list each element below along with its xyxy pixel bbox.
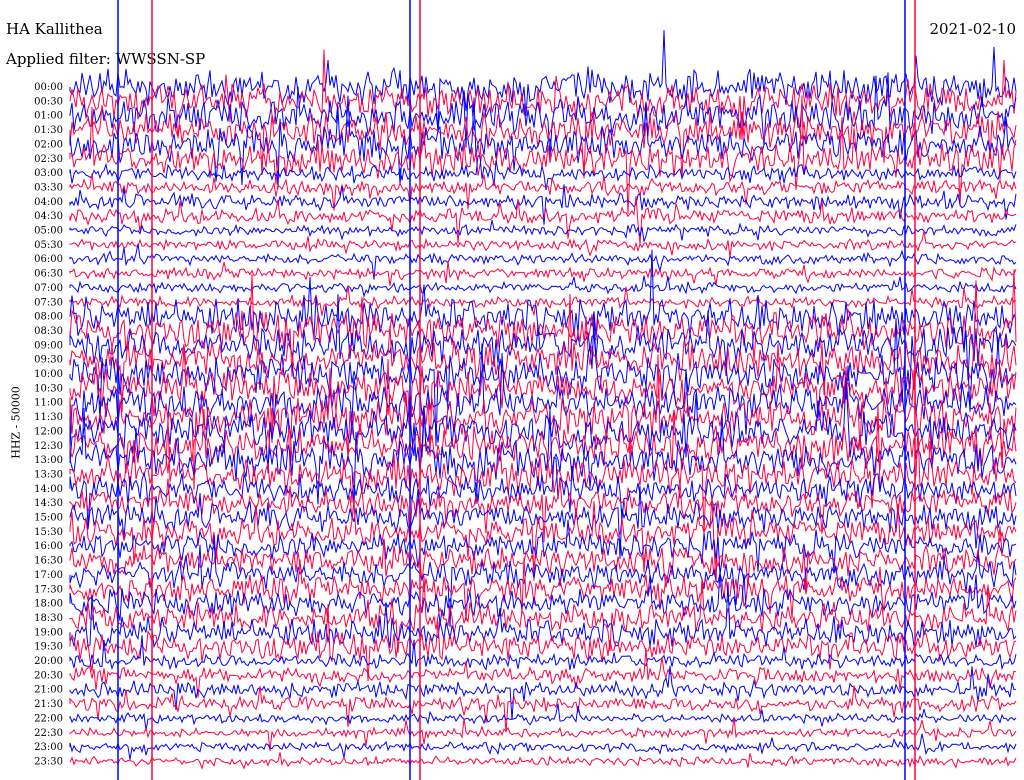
row-time-label: 16:00 (34, 541, 63, 552)
row-time-label: 15:00 (34, 513, 63, 524)
row-time-label: 19:30 (34, 642, 63, 653)
row-time-label: 14:00 (34, 484, 63, 495)
row-time-label: 17:00 (34, 570, 63, 581)
row-time-label: 23:00 (34, 742, 63, 753)
row-time-label: 18:30 (34, 613, 63, 624)
trace-row (69, 220, 1017, 242)
row-time-label: 22:00 (34, 713, 63, 724)
row-time-label: 04:30 (34, 211, 63, 222)
trace-group (69, 0, 1017, 780)
trace-row (69, 647, 1017, 698)
row-time-label: 10:30 (34, 383, 63, 394)
row-time-label: 04:00 (34, 197, 63, 208)
trace-row (69, 408, 1017, 474)
trace-row (69, 685, 1017, 733)
trace-row (69, 293, 1017, 413)
row-time-label: 06:00 (34, 254, 63, 265)
row-time-label: 21:30 (34, 699, 63, 710)
row-time-label: 20:00 (34, 656, 63, 667)
row-time-label: 14:30 (34, 498, 63, 509)
row-time-label: 11:00 (34, 398, 63, 409)
row-time-label: 18:00 (34, 599, 63, 610)
trace-row (69, 703, 1017, 731)
row-time-label: 05:30 (34, 240, 63, 251)
row-time-label: 09:00 (34, 340, 63, 351)
row-time-label: 13:00 (34, 455, 63, 466)
row-time-label: 03:30 (34, 182, 63, 193)
row-time-label: 00:30 (34, 96, 63, 107)
row-time-label: 09:30 (34, 355, 63, 366)
row-time-label: 01:30 (34, 125, 63, 136)
trace-row (69, 752, 1017, 770)
row-time-label: 07:00 (34, 283, 63, 294)
row-time-label: 12:30 (34, 441, 63, 452)
row-time-label: 19:00 (34, 627, 63, 638)
row-time-label: 16:30 (34, 556, 63, 567)
row-time-label: 23:30 (34, 756, 63, 767)
row-time-label: 02:00 (34, 139, 63, 150)
row-time-label: 00:00 (34, 82, 63, 93)
row-time-label: 11:30 (34, 412, 63, 423)
row-time-label: 08:00 (34, 312, 63, 323)
row-time-label: 08:30 (34, 326, 63, 337)
trace-row (69, 261, 1017, 286)
time-tick-group: 00:00 00:30 01:00 01:30 02:00 02:30 03:00 03:30… (34, 82, 63, 767)
row-time-label: 22:30 (34, 728, 63, 739)
trace-row (69, 717, 1017, 751)
row-time-label: 17:30 (34, 584, 63, 595)
trace-row (69, 275, 1017, 299)
row-time-label: 05:00 (34, 226, 63, 237)
row-time-label: 03:00 (34, 168, 63, 179)
row-time-label: 02:30 (34, 154, 63, 165)
row-time-label: 07:30 (34, 297, 63, 308)
row-time-label: 20:30 (34, 670, 63, 681)
trace-row (69, 733, 1017, 760)
row-time-label: 13:30 (34, 469, 63, 480)
row-time-label: 21:00 (34, 685, 63, 696)
row-time-label: 01:00 (34, 111, 63, 122)
trace-row (69, 231, 1017, 258)
row-time-label: 15:30 (34, 527, 63, 538)
row-time-label: 06:30 (34, 269, 63, 280)
helicorder-plot: 00:00 00:30 01:00 01:30 02:00 02:30 03:00 03:30… (34, 0, 1017, 780)
row-time-label: 10:00 (34, 369, 63, 380)
trace-row (69, 406, 1017, 509)
row-time-label: 12:00 (34, 426, 63, 437)
